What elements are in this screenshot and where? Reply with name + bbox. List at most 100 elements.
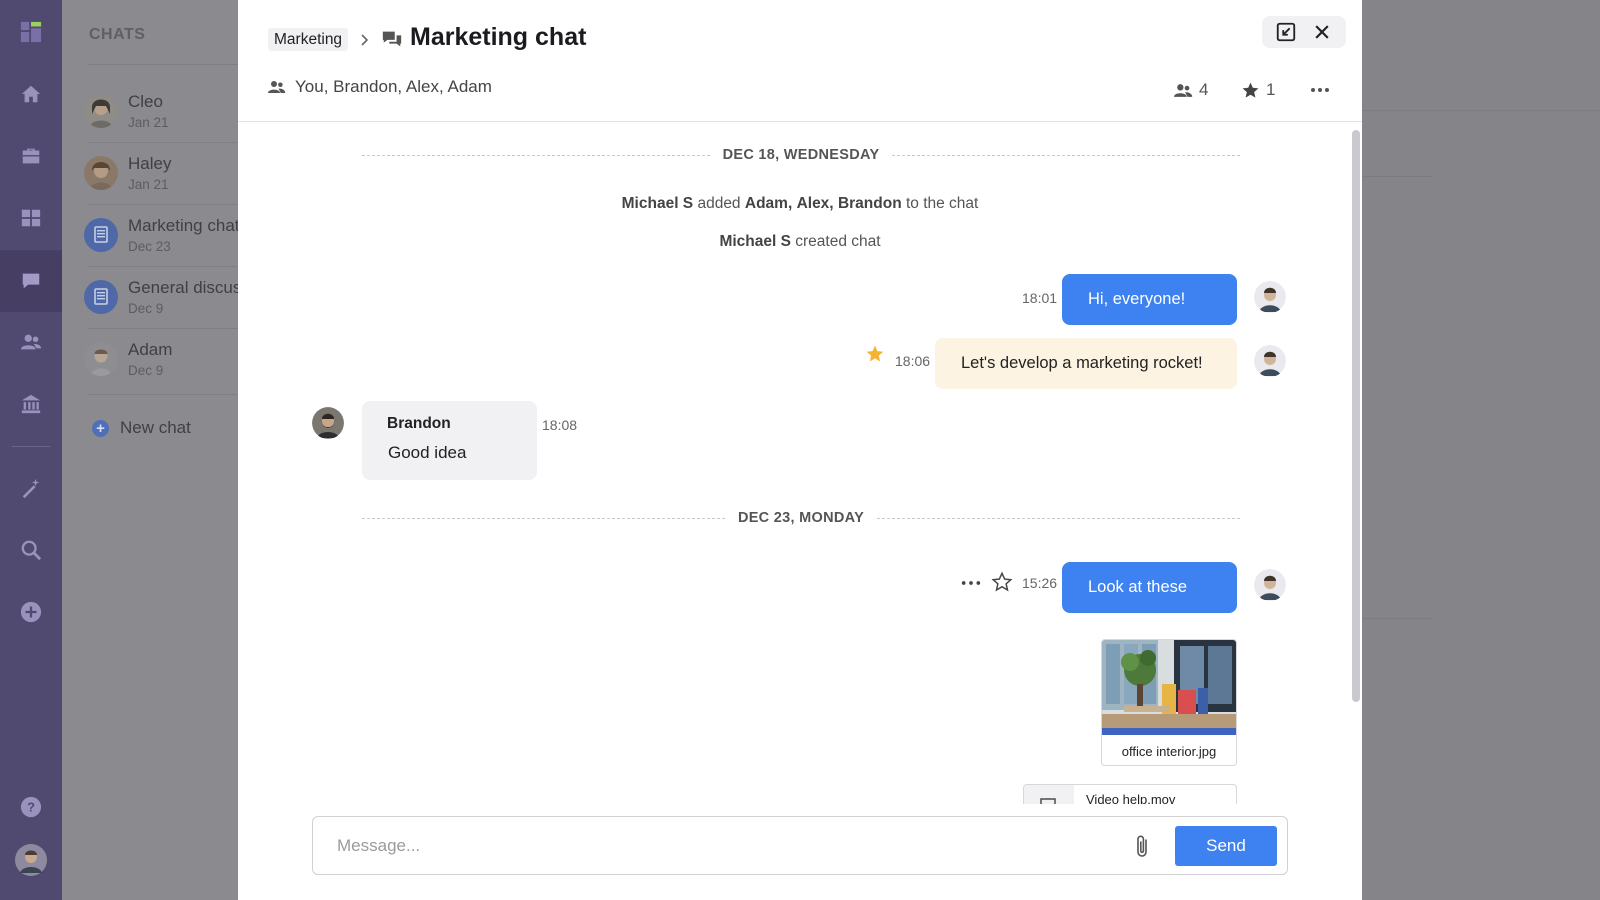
message-time: 18:01: [1022, 290, 1058, 306]
nav-rail: ?: [0, 0, 62, 900]
actor-name: Michael S: [621, 195, 694, 212]
divider: [87, 328, 238, 329]
avatar[interactable]: [1254, 569, 1286, 601]
chat-list-item-general[interactable]: General discussion Dec 9: [84, 270, 238, 326]
magic-wand-icon[interactable]: [0, 468, 62, 508]
actor-name: Michael S: [719, 233, 791, 250]
star-filled-icon[interactable]: [865, 344, 885, 364]
divider: [1362, 618, 1432, 619]
target-name: Adam,: [744, 195, 793, 212]
divider: [87, 204, 238, 205]
message-composer: Send: [312, 816, 1288, 875]
dashboard-icon[interactable]: [0, 198, 62, 238]
message-time: 15:26: [1022, 575, 1058, 591]
minimize-window-button[interactable]: [1274, 20, 1298, 44]
star-icon: [1242, 82, 1259, 98]
help-icon[interactable]: ?: [0, 787, 62, 827]
day-label: DEC 18, WEDNESDAY: [722, 147, 880, 163]
chat-list-item-haley[interactable]: Haley Jan 21: [84, 146, 238, 202]
chat-list-item-cleo[interactable]: Cleo Jan 21: [84, 84, 238, 140]
chat-modal: Marketing Marketing chat You, Brandon, A…: [238, 0, 1362, 900]
chat-date: Dec 9: [128, 301, 164, 316]
new-chat-button[interactable]: + New chat: [92, 418, 191, 438]
people-icon: [1174, 83, 1193, 97]
chat-date: Dec 9: [128, 363, 164, 378]
home-icon[interactable]: [0, 74, 62, 114]
chat-list-item-marketing[interactable]: Marketing chat Dec 23: [84, 208, 238, 264]
attachment-filename: office interior.jpg: [1121, 744, 1217, 759]
send-button[interactable]: Send: [1175, 826, 1277, 866]
divider: [1362, 110, 1600, 111]
file-attachment[interactable]: Video help.mov: [1023, 784, 1237, 804]
chat-name: Cleo: [128, 92, 163, 111]
chat-list-panel: CHATS Cleo Jan 21 Haley Jan 21 Marketing…: [62, 0, 238, 900]
chat-date: Dec 23: [128, 239, 171, 254]
breadcrumb-marketing[interactable]: Marketing: [268, 28, 349, 51]
briefcase-icon[interactable]: [0, 136, 62, 176]
member-names: You, Brandon, Alex, Adam: [295, 77, 492, 96]
scrollbar[interactable]: [1352, 130, 1360, 702]
attachment-filename: Video help.mov: [1086, 792, 1176, 804]
divider: [87, 64, 238, 65]
search-icon[interactable]: [0, 530, 62, 570]
system-tail: to the chat: [905, 195, 979, 212]
message-feed[interactable]: DEC 18, WEDNESDAY Michael S added Adam, …: [238, 123, 1362, 804]
chat-date: Jan 21: [128, 115, 169, 130]
image-attachment[interactable]: office interior.jpg: [1101, 639, 1237, 766]
avatar[interactable]: [1254, 281, 1286, 313]
chat-name: Adam: [128, 340, 173, 359]
svg-text:?: ?: [27, 800, 35, 815]
message-bubble-outgoing[interactable]: Look at these: [1062, 562, 1237, 613]
system-message-added: Michael S added Adam, Alex, Brandon to t…: [238, 195, 1362, 213]
more-options-icon[interactable]: [1308, 80, 1332, 100]
message-time: 18:08: [542, 417, 578, 433]
logo-icon[interactable]: [0, 12, 62, 52]
day-separator: DEC 18, WEDNESDAY: [362, 145, 1241, 165]
message-bubble-outgoing[interactable]: Hi, everyone!: [1062, 274, 1237, 325]
avatar[interactable]: [1254, 345, 1286, 377]
member-count-button[interactable]: 4: [1174, 80, 1208, 100]
chat-name: Haley: [128, 154, 172, 173]
starred-count: 1: [1266, 80, 1276, 99]
chat-list-heading: CHATS: [89, 26, 146, 43]
close-button[interactable]: [1310, 20, 1334, 44]
people-icon: [268, 81, 286, 93]
message-input[interactable]: [337, 834, 1097, 858]
chevron-right-icon: [361, 34, 369, 46]
chat-list-item-adam[interactable]: Adam Dec 9: [84, 332, 238, 388]
chat-header: Marketing Marketing chat You, Brandon, A…: [238, 0, 1362, 122]
attach-icon[interactable]: [1131, 834, 1155, 860]
message-time: 18:06: [895, 353, 931, 369]
people-icon[interactable]: [0, 322, 62, 362]
plus-icon: +: [92, 419, 109, 437]
day-separator: DEC 23, MONDAY: [362, 508, 1241, 528]
message-bubble-incoming[interactable]: Brandon Good idea: [362, 401, 537, 480]
member-count: 4: [1199, 80, 1209, 99]
chat-date: Jan 21: [128, 177, 169, 192]
target-name: Brandon: [837, 195, 902, 212]
star-outline-icon[interactable]: [991, 571, 1013, 593]
avatar[interactable]: [312, 407, 344, 439]
message-author: Brandon: [387, 415, 451, 432]
system-verb: added: [697, 195, 741, 212]
bank-icon[interactable]: [0, 384, 62, 424]
divider: [87, 142, 238, 143]
target-name: Alex,: [796, 195, 834, 212]
user-avatar[interactable]: [0, 840, 62, 880]
office-interior-thumbnail: [1102, 640, 1236, 735]
video-file-icon: [1024, 785, 1074, 804]
chat-name: General discussion: [128, 278, 238, 297]
divider: [87, 266, 238, 267]
chat-bubbles-icon: [382, 31, 402, 47]
collapse-window-icon: [1276, 22, 1296, 42]
add-icon[interactable]: [0, 592, 62, 632]
starred-button[interactable]: 1: [1241, 80, 1275, 100]
more-actions-icon[interactable]: [960, 576, 982, 590]
chat-icon[interactable]: [0, 250, 62, 312]
divider: [87, 394, 238, 395]
member-list[interactable]: You, Brandon, Alex, Adam: [268, 77, 492, 97]
avatar: [84, 156, 118, 190]
page-title: Marketing chat: [410, 23, 587, 51]
system-message-created: Michael S created chat: [238, 233, 1362, 251]
message-bubble-starred[interactable]: Let's develop a marketing rocket!: [935, 338, 1237, 389]
